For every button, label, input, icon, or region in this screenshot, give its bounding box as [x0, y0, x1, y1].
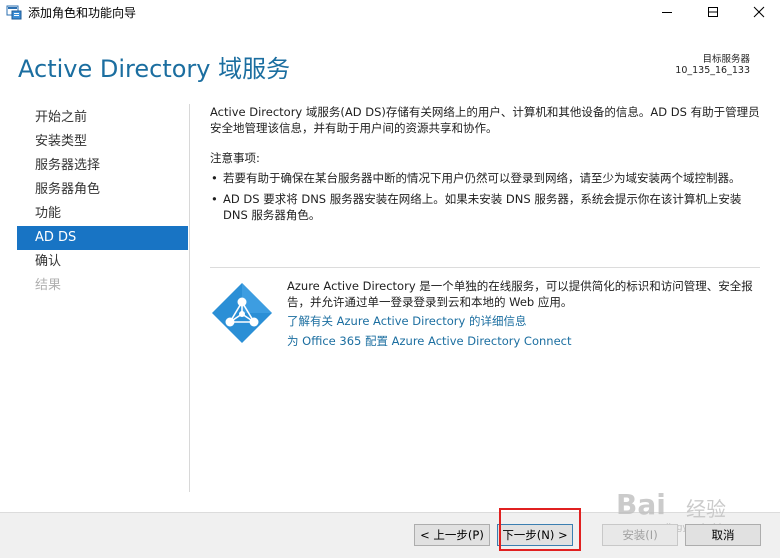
cancel-button[interactable]: 取消 — [685, 524, 761, 546]
close-button[interactable] — [736, 0, 780, 24]
nav-divider — [189, 104, 190, 492]
azure-description: Azure Active Directory 是一个单独的在线服务，可以提供简化… — [287, 279, 753, 309]
watermark-text: Bai — [616, 488, 666, 521]
watermark-text-cn: 经验 — [686, 497, 726, 521]
maximize-icon — [708, 7, 718, 17]
note-item: 若要有助于确保在某台服务器中断的情况下用户仍然可以登录到网络，请至少为域安装两个… — [210, 170, 760, 186]
azure-learn-more-link[interactable]: 了解有关 Azure Active Directory 的详细信息 — [287, 313, 526, 329]
highlight-box — [499, 508, 581, 551]
previous-button[interactable]: < 上一步(P) — [414, 524, 490, 546]
nav-item-before-you-begin[interactable]: 开始之前 — [17, 106, 188, 130]
nav-item-installation-type[interactable]: 安装类型 — [17, 130, 188, 154]
target-server-label: 目标服务器 — [702, 54, 750, 65]
page-title: Active Directory 域服务 — [18, 55, 291, 83]
azure-connect-link[interactable]: 为 Office 365 配置 Azure Active Directory C… — [287, 333, 571, 349]
target-server-value: 10_135_16_133 — [675, 65, 750, 76]
nav-item-server-selection[interactable]: 服务器选择 — [17, 154, 188, 178]
nav-item-results: 结果 — [35, 278, 62, 293]
install-button: 安装(I) — [602, 524, 678, 546]
close-icon — [753, 6, 765, 18]
wizard-header: Active Directory 域服务 目标服务器 10_135_16_133 — [0, 24, 780, 96]
intro-text: Active Directory 域服务(AD DS)存储有关网络上的用户、计算… — [210, 105, 760, 135]
note-item: AD DS 要求将 DNS 服务器安装在网络上。如果未安装 DNS 服务器，系统… — [210, 191, 760, 223]
main-content: Active Directory 域服务(AD DS)存储有关网络上的用户、计算… — [210, 104, 760, 228]
nav-item-features[interactable]: 功能 — [17, 202, 188, 226]
minimize-icon-2 — [662, 12, 672, 13]
wizard-nav: 开始之前 安装类型 服务器选择 服务器角色 功能 AD DS 确认 结果 — [17, 106, 188, 298]
notes-title: 注意事项: — [210, 151, 260, 165]
notes-list: 若要有助于确保在某台服务器中断的情况下用户仍然可以登录到网络，请至少为域安装两个… — [210, 170, 760, 223]
azure-ad-icon — [210, 281, 274, 345]
nav-item-confirmation[interactable]: 确认 — [17, 250, 188, 274]
maximize-button[interactable] — [690, 0, 736, 24]
section-divider — [210, 267, 760, 268]
server-manager-icon — [6, 4, 22, 20]
nav-item-ad-ds[interactable]: AD DS — [17, 226, 188, 250]
minimize-button-2[interactable] — [644, 0, 690, 24]
nav-item-server-roles[interactable]: 服务器角色 — [17, 178, 188, 202]
window-title: 添加角色和功能向导 — [28, 6, 137, 20]
